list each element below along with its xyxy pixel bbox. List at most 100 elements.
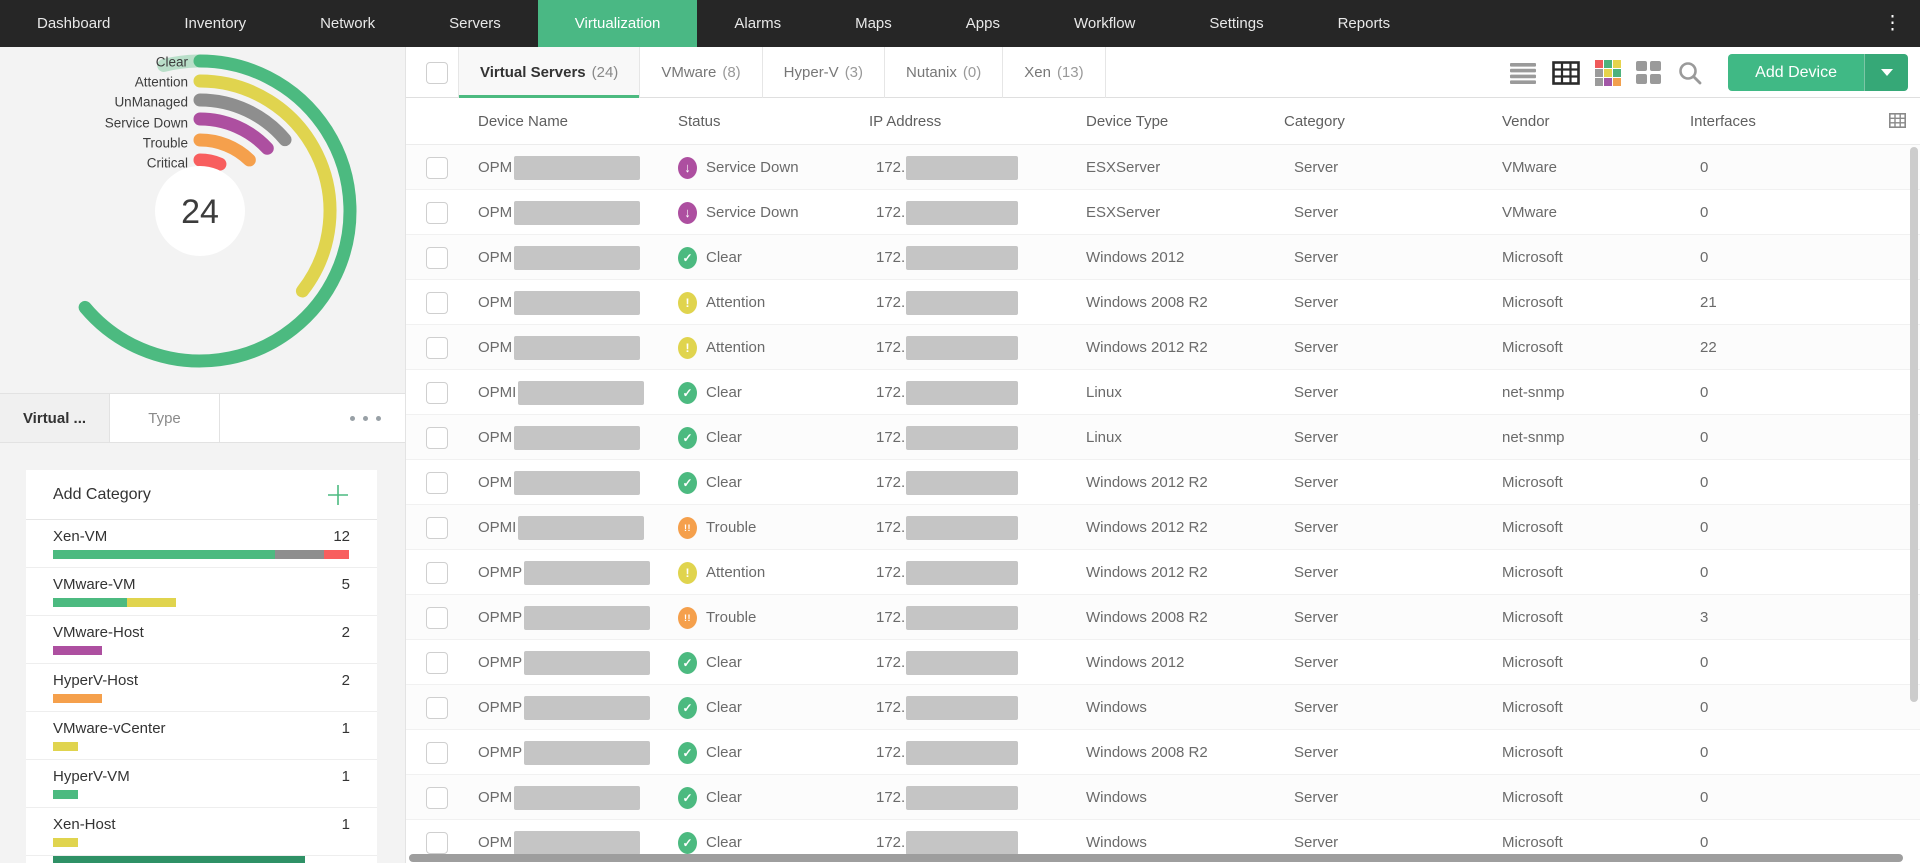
row-checkbox[interactable] (426, 156, 448, 179)
nav-item-network[interactable]: Network (283, 0, 412, 47)
table-row[interactable]: OPMP ✓ Clear 172. Windows 2008 R2 Server Micro… (406, 730, 1920, 775)
table-row[interactable]: OPM ✓ Clear 172. Windows 2012 R2 Server Micros… (406, 460, 1920, 505)
row-checkbox[interactable] (426, 471, 448, 494)
nav-item-reports[interactable]: Reports (1301, 0, 1428, 47)
column-header-category[interactable]: Category (1284, 98, 1345, 145)
device-name-cell: OPMP (478, 640, 651, 685)
add-category-row[interactable]: Add Category (26, 470, 377, 520)
donut-legend-critical: Critical (147, 156, 188, 171)
tab-virtual-servers[interactable]: Virtual Servers (24) (458, 47, 641, 98)
select-all-checkbox[interactable] (426, 62, 448, 84)
sidebar-tab-type[interactable]: Type (110, 394, 220, 442)
category-item-vmware-vcenter[interactable]: VMware-vCenter 1 (26, 712, 377, 760)
row-checkbox[interactable] (426, 381, 448, 404)
tab-xen[interactable]: Xen (13) (1003, 47, 1106, 98)
nav-item-apps[interactable]: Apps (929, 0, 1037, 47)
sidebar-tabs-more-icon[interactable] (350, 394, 405, 442)
nav-item-alarms[interactable]: Alarms (697, 0, 818, 47)
sidebar-tab-virtual[interactable]: Virtual ... (0, 394, 110, 442)
row-checkbox[interactable] (426, 606, 448, 629)
category-item-xen-host[interactable]: Xen-Host 1 (26, 808, 377, 856)
row-checkbox[interactable] (426, 336, 448, 359)
row-checkbox[interactable] (426, 561, 448, 584)
category-cell: Server (1294, 789, 1339, 806)
row-checkbox[interactable] (426, 426, 448, 449)
device-name-cell: OPM (478, 190, 641, 235)
table-view-icon[interactable] (1552, 60, 1580, 85)
status-label: Trouble (706, 519, 757, 536)
ip-prefix: 172. (876, 609, 906, 626)
bar-segment-clear (53, 790, 78, 799)
table-row[interactable]: OPM ↓ Service Down 172. ESXServer Server VMwar… (406, 190, 1920, 235)
add-device-button[interactable]: Add Device (1728, 54, 1908, 91)
status-donut-chart[interactable]: Clear Attention UnManaged Service Down Troub… (0, 47, 405, 393)
column-settings-icon[interactable] (1889, 113, 1906, 133)
ip-address-cell: 172. (876, 235, 1019, 280)
list-view-icon[interactable] (1509, 62, 1537, 84)
vendor-cell: Microsoft (1502, 654, 1563, 671)
nav-item-servers[interactable]: Servers (412, 0, 538, 47)
table-row[interactable]: OPMP ✓ Clear 172. Windows Server Microsoft 0 (406, 685, 1920, 730)
ip-prefix: 172. (876, 474, 906, 491)
redacted-ip (906, 200, 1019, 225)
category-item-hyperv-host[interactable]: HyperV-Host 2 (26, 664, 377, 712)
row-checkbox[interactable] (426, 831, 448, 854)
vertical-scrollbar[interactable] (1910, 147, 1918, 702)
row-checkbox[interactable] (426, 246, 448, 269)
category-name: HyperV-VM (53, 768, 130, 785)
nav-item-maps[interactable]: Maps (818, 0, 929, 47)
tab-nutanix[interactable]: Nutanix (0) (885, 47, 1004, 98)
table-row[interactable]: OPM! Attention 172. Windows 2008 R2 Server Mi… (406, 280, 1920, 325)
category-item-vmware-host[interactable]: VMware-Host 2 (26, 616, 377, 664)
table-row[interactable]: OPM ↓ Service Down 172. ESXServer Server VMwar… (406, 145, 1920, 190)
category-item-hyperv-vm[interactable]: HyperV-VM 1 (26, 760, 377, 808)
plus-icon[interactable] (326, 483, 350, 507)
column-header-device-type[interactable]: Device Type (1086, 98, 1168, 145)
status-icon-clear: ✓ (678, 786, 697, 809)
horizontal-scrollbar[interactable] (409, 854, 1903, 862)
nav-item-virtualization[interactable]: Virtualization (537, 0, 698, 47)
tab-hyper-v[interactable]: Hyper-V (3) (763, 47, 886, 98)
row-checkbox[interactable] (426, 516, 448, 539)
row-checkbox[interactable] (426, 201, 448, 224)
row-checkbox[interactable] (426, 741, 448, 764)
column-header-device-name[interactable]: Device Name (478, 98, 568, 145)
table-row[interactable]: OPMP!! Trouble 172. Windows 2008 R2 Server Mi… (406, 595, 1920, 640)
search-icon[interactable] (1677, 60, 1703, 86)
table-row[interactable]: OPMI!! Trouble 172. Windows 2012 R2 Server Mi… (406, 505, 1920, 550)
table-row[interactable]: OPMP! Attention 172. Windows 2012 R2 Server M… (406, 550, 1920, 595)
category-item-xen-vm[interactable]: Xen-VM 12 (26, 520, 377, 568)
column-header-ip-address[interactable]: IP Address (869, 98, 941, 145)
donut-arc-critical (193, 153, 227, 171)
column-header-status[interactable]: Status (678, 98, 721, 145)
table-row[interactable]: OPM ✓ Clear 172. Windows 2012 Server Microsoft… (406, 235, 1920, 280)
add-device-dropdown[interactable] (1864, 54, 1908, 91)
table-row[interactable]: OPM ✓ Clear 172. Windows Server Microsoft 0 (406, 775, 1920, 820)
nav-item-settings[interactable]: Settings (1172, 0, 1300, 47)
row-checkbox[interactable] (426, 696, 448, 719)
nav-item-workflow[interactable]: Workflow (1037, 0, 1172, 47)
interfaces-cell: 0 (1700, 654, 1709, 671)
redacted-ip (906, 695, 1019, 720)
category-cell: Server (1294, 159, 1339, 176)
tab-vmware[interactable]: VMware (8) (640, 47, 763, 98)
row-checkbox[interactable] (426, 786, 448, 809)
ip-prefix: 172. (876, 159, 906, 176)
ip-address-cell: 172. (876, 415, 1019, 460)
device-name-cell: OPMI (478, 505, 645, 550)
column-header-interfaces[interactable]: Interfaces (1690, 98, 1756, 145)
tile-view-icon[interactable] (1636, 60, 1662, 85)
category-color-view-icon[interactable] (1595, 59, 1622, 86)
table-row[interactable]: OPMI ✓ Clear 172. Linux Server net-snmp 0 (406, 370, 1920, 415)
table-row[interactable]: OPM ✓ Clear 172. Linux Server net-snmp 0 (406, 415, 1920, 460)
row-checkbox[interactable] (426, 291, 448, 314)
column-header-vendor[interactable]: Vendor (1502, 98, 1550, 145)
nav-item-inventory[interactable]: Inventory (147, 0, 283, 47)
overflow-menu-icon[interactable]: ⋮ (1865, 0, 1920, 47)
redacted-device-name (518, 515, 645, 540)
category-item-vmware-vm[interactable]: VMware-VM 5 (26, 568, 377, 616)
table-row[interactable]: OPM! Attention 172. Windows 2012 R2 Server Mi… (406, 325, 1920, 370)
row-checkbox[interactable] (426, 651, 448, 674)
nav-item-dashboard[interactable]: Dashboard (0, 0, 147, 47)
table-row[interactable]: OPMP ✓ Clear 172. Windows 2012 Server Microsof… (406, 640, 1920, 685)
